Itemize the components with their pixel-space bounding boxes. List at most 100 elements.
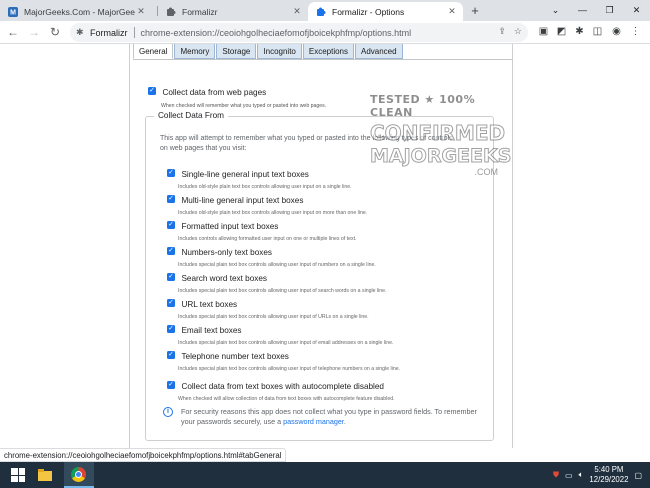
note-end: . bbox=[343, 417, 346, 426]
option-label: Numbers-only text boxes bbox=[181, 248, 273, 257]
address-url: chrome-extension://ceoiohgolheciaefomofj… bbox=[140, 27, 412, 38]
option-label: Telephone number text boxes bbox=[181, 352, 289, 361]
clock-time: 5:40 PM bbox=[594, 465, 624, 474]
notifications-icon[interactable]: ▢ bbox=[634, 471, 642, 480]
option-checkbox[interactable]: ✓ bbox=[167, 350, 175, 359]
option-checkbox[interactable]: ✓ bbox=[167, 168, 175, 177]
watermark-line-4: .COM bbox=[474, 167, 499, 177]
status-bubble: chrome-extension://ceoiohgolheciaefomofj… bbox=[0, 448, 287, 462]
option-numbers: ✓ Numbers-only text boxes Includes speci… bbox=[167, 242, 487, 268]
volume-icon[interactable]: 🔈︎ bbox=[579, 470, 584, 480]
tab-title: Formalizr bbox=[182, 6, 218, 17]
chrome-taskbar-button[interactable] bbox=[64, 462, 94, 488]
majorgeeks-favicon-icon: M bbox=[8, 6, 18, 17]
security-icon[interactable]: ⛊ bbox=[553, 470, 559, 480]
clock[interactable]: 5:40 PM 12/29/2022 bbox=[589, 465, 628, 485]
option-checkbox[interactable]: ✓ bbox=[167, 324, 175, 333]
option-formatted: ✓ Formatted input text boxes Includes co… bbox=[167, 216, 487, 242]
chrome-icon bbox=[71, 467, 86, 482]
forward-icon[interactable]: → bbox=[27, 25, 41, 39]
option-label: Multi-line general input text boxes bbox=[181, 196, 304, 205]
windows-taskbar: ⛊ ▭ 🔈︎ 5:40 PM 12/29/2022 ▢ bbox=[0, 462, 650, 488]
tab-search-icon[interactable]: ⌄ bbox=[542, 0, 569, 21]
password-note-text: For security reasons this app does not c… bbox=[181, 407, 483, 427]
option-telephone: ✓ Telephone number text boxes Includes s… bbox=[167, 346, 487, 372]
option-autocomplete-disabled: ✓ Collect data from text boxes with auto… bbox=[167, 376, 487, 402]
profile-icon[interactable]: ◉ bbox=[611, 26, 622, 37]
option-label: URL text boxes bbox=[181, 300, 238, 309]
option-search: ✓ Search word text boxes Includes specia… bbox=[167, 268, 487, 294]
collect-data-label: Collect data from web pages bbox=[162, 88, 267, 97]
password-note: i For security reasons this app does not… bbox=[163, 407, 483, 427]
window-controls: ⌄ — ❐ ✕ bbox=[542, 0, 650, 21]
tab-memory[interactable]: Memory bbox=[174, 44, 216, 59]
tab-advanced[interactable]: Advanced bbox=[355, 44, 403, 59]
option-label: Email text boxes bbox=[181, 326, 242, 335]
back-icon[interactable]: ← bbox=[6, 25, 20, 39]
browser-tab-formalizr[interactable]: Formalizr ✕ bbox=[158, 2, 308, 21]
collect-data-checkbox[interactable]: ✓ bbox=[148, 86, 156, 95]
file-explorer-icon[interactable] bbox=[38, 468, 52, 481]
watermark-line-3: MAJORGEEKS bbox=[370, 145, 512, 168]
tab-general[interactable]: General bbox=[133, 44, 174, 59]
close-tab-icon[interactable]: ✕ bbox=[446, 6, 458, 17]
tab-storage[interactable]: Storage bbox=[216, 44, 257, 59]
new-tab-button[interactable]: + bbox=[468, 2, 482, 19]
collect-data-option: ✓ Collect data from web pages When check… bbox=[148, 82, 326, 109]
collect-data-from-legend: Collect Data From bbox=[154, 111, 228, 120]
share-icon[interactable]: ⇪ bbox=[498, 26, 506, 37]
network-icon[interactable]: ▭ bbox=[565, 471, 573, 480]
restore-icon[interactable]: ❐ bbox=[596, 0, 623, 21]
minimize-icon[interactable]: — bbox=[569, 0, 596, 21]
majorgeeks-watermark: TESTED ★ 100% CLEAN CONFIRMED MAJORGEEKS… bbox=[370, 93, 512, 185]
option-desc: When checked will allow collection of da… bbox=[178, 396, 395, 402]
omnibox-actions: ⇪ ☆ bbox=[498, 26, 522, 37]
option-desc: Includes special plain text box controls… bbox=[178, 366, 401, 372]
option-checkbox[interactable]: ✓ bbox=[167, 194, 175, 203]
browser-toolbar: ← → ↻ ✱ Formalizr chrome-extension://ceo… bbox=[0, 21, 650, 44]
option-checkbox[interactable]: ✓ bbox=[167, 298, 175, 307]
info-icon: i bbox=[163, 407, 173, 417]
option-checkbox[interactable]: ✓ bbox=[167, 380, 175, 389]
windows-start-icon[interactable] bbox=[11, 468, 25, 482]
browser-tab-formalizr-options[interactable]: Formalizr - Options ✕ bbox=[308, 2, 463, 21]
option-checkbox[interactable]: ✓ bbox=[167, 246, 175, 255]
bookmark-star-icon[interactable]: ☆ bbox=[514, 26, 522, 37]
tab-title: Formalizr - Options bbox=[332, 6, 405, 17]
collect-data-desc: When checked will remember what you type… bbox=[161, 103, 327, 109]
option-email: ✓ Email text boxes Includes special plai… bbox=[167, 320, 487, 346]
option-multi-line: ✓ Multi-line general input text boxes In… bbox=[167, 190, 487, 216]
tabs-underline bbox=[133, 59, 513, 60]
option-label: Collect data from text boxes with autoco… bbox=[181, 382, 384, 391]
watermark-line-1: TESTED ★ 100% CLEAN bbox=[370, 93, 476, 119]
browser-tab-majorgeeks[interactable]: M MajorGeeks.Com - MajorGeeks ✕ bbox=[0, 2, 152, 21]
system-tray: ⛊ ▭ 🔈︎ 5:40 PM 12/29/2022 ▢ bbox=[553, 462, 642, 488]
screen: M MajorGeeks.Com - MajorGeeks ✕ Formaliz… bbox=[0, 0, 650, 488]
option-checkbox[interactable]: ✓ bbox=[167, 220, 175, 229]
password-manager-link[interactable]: password manager bbox=[283, 417, 344, 426]
options-tabs: General Memory Storage Incognito Excepti… bbox=[133, 44, 403, 59]
close-tab-icon[interactable]: ✕ bbox=[135, 6, 147, 17]
close-window-icon[interactable]: ✕ bbox=[623, 0, 650, 21]
tab-incognito[interactable]: Incognito bbox=[257, 44, 302, 59]
address-bar[interactable]: ✱ Formalizr chrome-extension://ceoiohgol… bbox=[70, 23, 528, 42]
tab-strip: M MajorGeeks.Com - MajorGeeks ✕ Formaliz… bbox=[0, 0, 650, 21]
svg-text:M: M bbox=[10, 9, 16, 16]
extensions-puzzle-icon[interactable]: ✱ bbox=[574, 26, 585, 37]
menu-icon[interactable]: ⋮ bbox=[630, 26, 641, 37]
tab-exceptions[interactable]: Exceptions bbox=[302, 44, 354, 59]
options-page: General Memory Storage Incognito Excepti… bbox=[0, 44, 650, 448]
close-tab-icon[interactable]: ✕ bbox=[291, 6, 303, 17]
option-checkbox[interactable]: ✓ bbox=[167, 272, 175, 281]
reload-icon[interactable]: ↻ bbox=[48, 25, 62, 39]
watermark-line-2: CONFIRMED bbox=[370, 121, 506, 146]
extension-puzzle-icon: ✱ bbox=[76, 27, 84, 37]
extension-1-icon[interactable]: ▣ bbox=[538, 26, 549, 37]
side-panel-icon[interactable]: ◫ bbox=[592, 26, 603, 37]
option-url: ✓ URL text boxes Includes special plain … bbox=[167, 294, 487, 320]
address-divider bbox=[133, 27, 135, 38]
clock-date: 12/29/2022 bbox=[589, 475, 629, 484]
option-label: Formatted input text boxes bbox=[181, 222, 279, 231]
tab-title: MajorGeeks.Com - MajorGeeks bbox=[24, 6, 135, 17]
extension-2-icon[interactable]: ◩ bbox=[556, 26, 567, 37]
